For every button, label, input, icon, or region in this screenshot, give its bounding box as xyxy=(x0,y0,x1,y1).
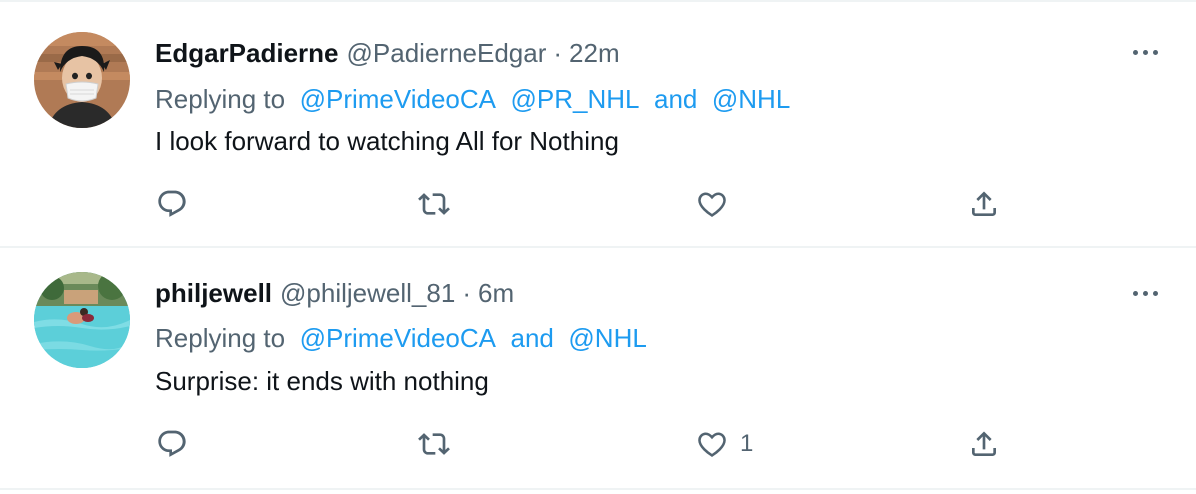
mention-link[interactable]: @NHL xyxy=(712,84,790,114)
mention-link[interactable]: @NHL xyxy=(568,323,646,353)
separator-dot: · xyxy=(462,278,471,308)
share-icon xyxy=(972,191,996,216)
like-button[interactable]: 1 xyxy=(696,426,753,462)
more-options-button[interactable] xyxy=(1128,42,1162,62)
user-handle[interactable]: @PadierneEdgar xyxy=(347,38,547,69)
tweet[interactable]: philjewell @philjewell_81 · 6m Replying … xyxy=(0,248,1196,490)
mention-link[interactable]: @PrimeVideoCA xyxy=(300,84,496,114)
retweet-icon xyxy=(418,193,450,215)
separator-dot: · xyxy=(553,38,563,68)
more-icon xyxy=(1142,290,1148,296)
share-icon xyxy=(972,431,996,456)
masked-person-avatar-icon xyxy=(34,32,130,128)
avatar[interactable] xyxy=(34,32,130,128)
tweet[interactable]: EdgarPadierne @PadierneEdgar · 22m Reply… xyxy=(0,0,1196,248)
reply-button[interactable] xyxy=(156,426,188,462)
tweet-text: Surprise: it ends with nothing xyxy=(155,366,489,396)
timestamp[interactable]: 22m xyxy=(569,38,620,69)
retweet-button[interactable] xyxy=(418,186,450,222)
tweet-header: EdgarPadierne @PadierneEdgar · 22m xyxy=(155,38,620,69)
like-button[interactable] xyxy=(696,186,740,222)
more-icon xyxy=(1152,49,1158,55)
retweet-button[interactable] xyxy=(418,426,450,462)
display-name[interactable]: EdgarPadierne xyxy=(155,38,339,69)
reply-button[interactable] xyxy=(156,186,188,222)
share-button[interactable] xyxy=(968,426,1000,462)
like-count: 1 xyxy=(740,430,754,457)
replying-to-line: Replying to @PrimeVideoCA and @NHL xyxy=(155,323,647,354)
retweet-icon xyxy=(418,433,450,455)
mention-joiner[interactable]: and xyxy=(654,84,697,114)
mention-link[interactable]: @PrimeVideoCA xyxy=(300,323,496,353)
reply-icon xyxy=(158,430,186,457)
avatar[interactable] xyxy=(34,272,130,368)
more-icon xyxy=(1142,49,1148,55)
reply-icon xyxy=(158,190,186,217)
display-name[interactable]: philjewell xyxy=(155,278,272,309)
pool-photo-avatar-icon xyxy=(34,272,130,368)
timestamp[interactable]: 6m xyxy=(478,278,514,309)
share-button[interactable] xyxy=(968,186,1000,222)
more-icon xyxy=(1132,49,1138,55)
replying-prefix: Replying to xyxy=(155,323,286,353)
mention-joiner[interactable]: and xyxy=(511,323,554,353)
like-icon xyxy=(698,432,726,457)
replying-prefix: Replying to xyxy=(155,84,286,114)
more-icon xyxy=(1152,290,1158,296)
user-handle[interactable]: @philjewell_81 xyxy=(280,278,455,309)
tweet-text: I look forward to watching All for Nothi… xyxy=(155,126,619,156)
more-icon xyxy=(1132,290,1138,296)
like-icon xyxy=(698,192,726,217)
tweet-header: philjewell @philjewell_81 · 6m xyxy=(155,278,514,309)
mention-link[interactable]: @PR_NHL xyxy=(511,84,640,114)
more-options-button[interactable] xyxy=(1128,283,1162,303)
replying-to-line: Replying to @PrimeVideoCA @PR_NHL and @N… xyxy=(155,84,790,115)
